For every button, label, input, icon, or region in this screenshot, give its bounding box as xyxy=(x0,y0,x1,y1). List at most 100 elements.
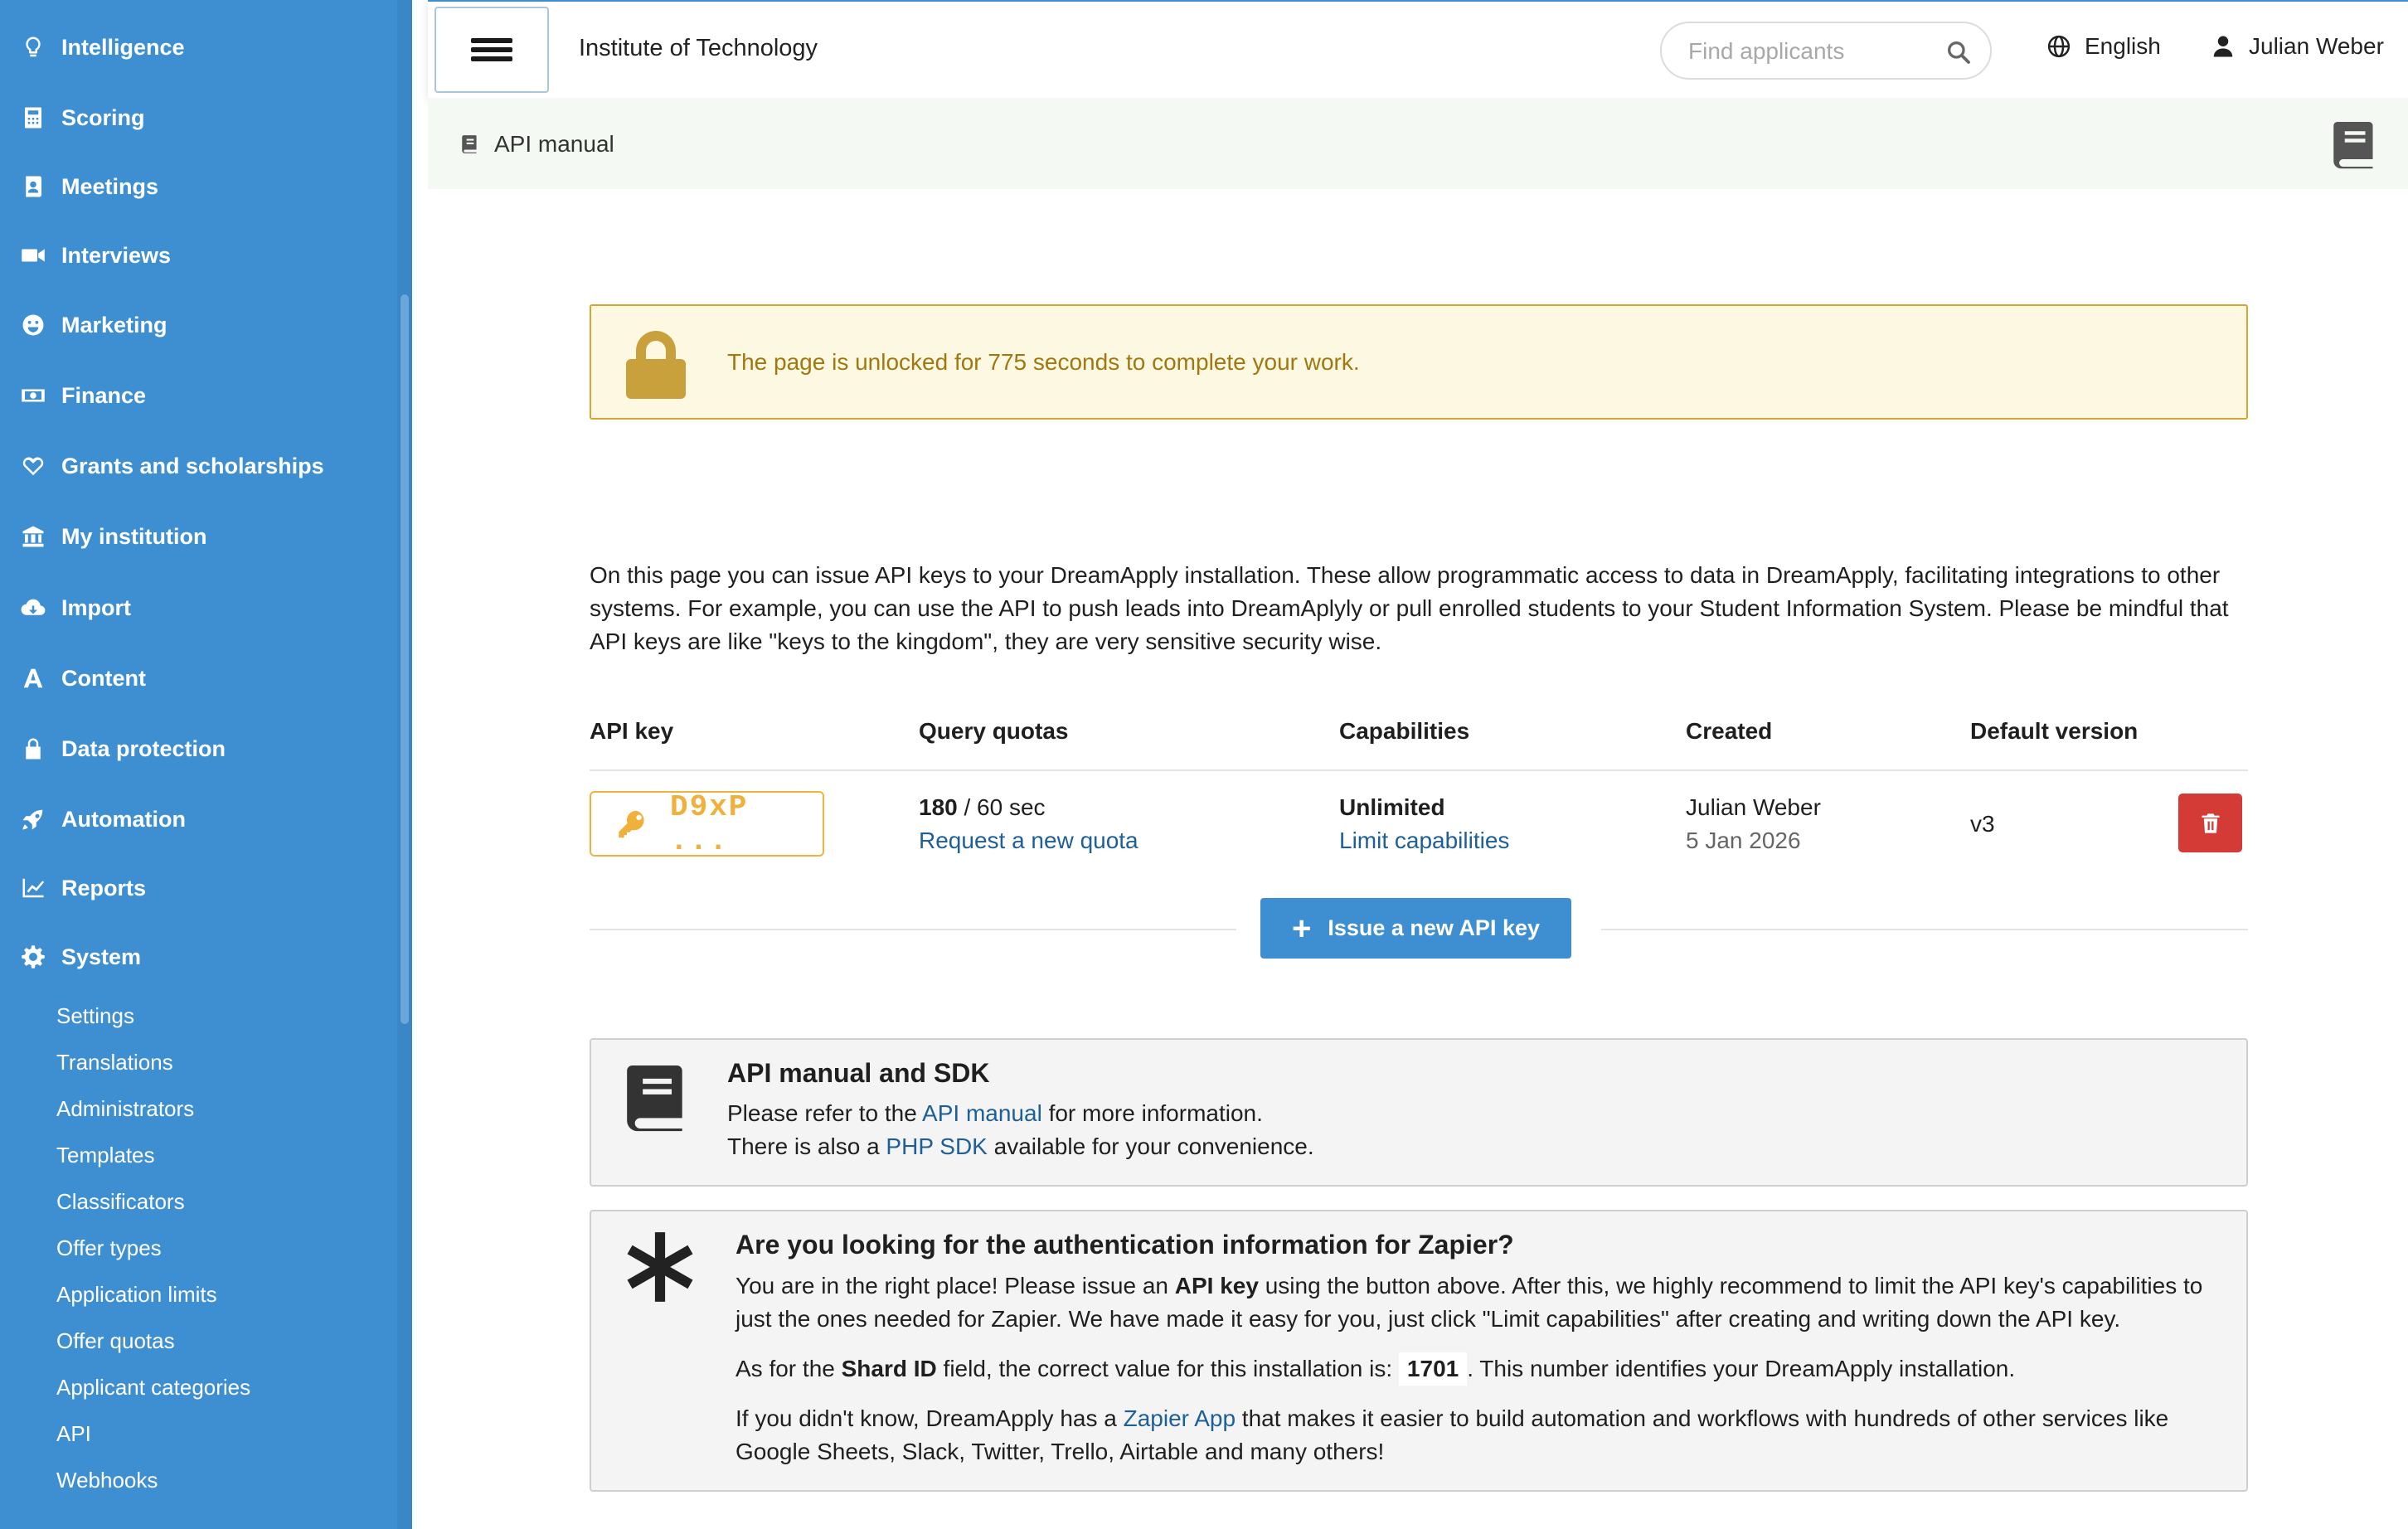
sidebar-item-label: Marketing xyxy=(61,312,167,337)
search-input[interactable] xyxy=(1687,35,1935,68)
top-bar: Institute of Technology English Julian W… xyxy=(428,0,2408,98)
text: If you didn't know, DreamApply has a xyxy=(736,1405,1124,1431)
sidebar-item-label: My institution xyxy=(61,523,207,549)
sidebar-item-my-institution[interactable]: My institution xyxy=(20,516,206,557)
text: Please refer to the xyxy=(727,1100,923,1126)
video-camera-icon xyxy=(20,242,46,269)
issue-api-key-label: Issue a new API key xyxy=(1328,915,1540,940)
sidebar-item-content[interactable]: Content xyxy=(20,658,146,699)
sidebar-sub-api[interactable]: API xyxy=(56,1415,91,1452)
sidebar-sub-administrators[interactable]: Administrators xyxy=(56,1090,194,1127)
hamburger-icon xyxy=(471,34,512,66)
sdk-panel-line2: There is also a PHP SDK available for yo… xyxy=(727,1130,1314,1163)
breadcrumb-label[interactable]: API manual xyxy=(494,131,614,158)
manual-book-icon[interactable] xyxy=(2332,119,2376,169)
sidebar-item-label: Automation xyxy=(61,806,186,832)
sidebar-item-data-protection[interactable]: Data protection xyxy=(20,728,226,769)
user-name: Julian Weber xyxy=(2249,33,2384,59)
capabilities-value: Unlimited xyxy=(1339,794,1445,820)
text: field, the correct value for this instal… xyxy=(936,1356,1399,1381)
contact-book-icon xyxy=(20,173,46,200)
menu-toggle-button[interactable] xyxy=(435,7,549,93)
sidebar-item-label: Intelligence xyxy=(61,34,185,60)
col-header-default-version: Default version xyxy=(1970,718,2139,744)
user-menu[interactable]: Julian Weber xyxy=(2211,33,2384,60)
issue-api-key-button[interactable]: + Issue a new API key xyxy=(1260,898,1571,959)
sidebar-scrollbar-thumb[interactable] xyxy=(401,294,409,1024)
search-icon[interactable] xyxy=(1945,39,1972,66)
gear-icon xyxy=(20,944,46,970)
sidebar-item-label: Reports xyxy=(61,875,147,900)
col-header-api-key: API key xyxy=(590,718,674,744)
col-header-created: Created xyxy=(1686,718,1773,744)
text: There is also a xyxy=(727,1133,886,1159)
search-box xyxy=(1660,22,1992,80)
php-sdk-link[interactable]: PHP SDK xyxy=(886,1133,987,1159)
shard-id-value: 1701 xyxy=(1398,1352,1468,1386)
sidebar-item-grants[interactable]: Grants and scholarships xyxy=(20,445,324,487)
zapier-panel: Are you looking for the authentication i… xyxy=(590,1210,2248,1492)
col-header-capabilities: Capabilities xyxy=(1339,718,1470,744)
line-chart-icon xyxy=(20,875,46,901)
bank-building-icon xyxy=(20,523,46,550)
letter-a-icon xyxy=(20,665,46,692)
lock-icon xyxy=(20,735,46,762)
sidebar-item-label: Data protection xyxy=(61,735,226,761)
smiley-icon xyxy=(20,312,46,338)
sidebar-sub-offer-types[interactable]: Offer types xyxy=(56,1230,162,1266)
sidebar-scrollbar[interactable] xyxy=(397,0,412,1529)
intro-paragraph: On this page you can issue API keys to y… xyxy=(590,562,2229,654)
sidebar-item-automation[interactable]: Automation xyxy=(20,798,186,840)
sidebar-sub-templates[interactable]: Templates xyxy=(56,1137,155,1173)
text: for more information. xyxy=(1041,1100,1263,1126)
book-icon xyxy=(462,135,477,153)
sidebar-item-system[interactable]: System xyxy=(20,936,141,978)
user-icon xyxy=(2213,36,2233,57)
sidebar-sub-application-limits[interactable]: Application limits xyxy=(56,1276,217,1313)
zapier-paragraph-1: You are in the right place! Please issue… xyxy=(736,1269,2228,1336)
sidebar-item-import[interactable]: Import xyxy=(20,587,131,629)
sidebar-item-reports[interactable]: Reports xyxy=(20,867,146,909)
sidebar-item-interviews[interactable]: Interviews xyxy=(20,235,171,276)
sidebar-sub-webhooks[interactable]: Webhooks xyxy=(56,1462,158,1498)
sidebar-sub-translations[interactable]: Translations xyxy=(56,1044,173,1080)
sidebar-sub-classificators[interactable]: Classificators xyxy=(56,1183,185,1220)
separator-left xyxy=(590,929,1236,930)
separator-right xyxy=(1601,929,2248,930)
sidebar-item-label: System xyxy=(61,944,142,969)
language-selector[interactable]: English xyxy=(2046,33,2161,60)
delete-key-button[interactable] xyxy=(2178,794,2242,852)
text: As for the xyxy=(736,1356,842,1381)
default-version-value: v3 xyxy=(1970,811,1995,837)
request-quota-link[interactable]: Request a new quota xyxy=(919,828,1138,854)
api-key-chip[interactable]: D9xP ... xyxy=(590,790,824,858)
sidebar-sub-settings[interactable]: Settings xyxy=(56,997,134,1034)
sidebar-item-scoring[interactable]: Scoring xyxy=(20,97,145,138)
sidebar-sub-offer-quotas[interactable]: Offer quotas xyxy=(56,1323,175,1359)
zapier-paragraph-2: As for the Shard ID field, the correct v… xyxy=(736,1352,2228,1386)
padlock-icon xyxy=(626,331,686,399)
sidebar-sub-applicant-categories[interactable]: Applicant categories xyxy=(56,1369,250,1405)
sidebar-item-label: Import xyxy=(61,595,131,620)
sidebar-item-meetings[interactable]: Meetings xyxy=(20,166,158,207)
sidebar-item-label: Finance xyxy=(61,382,147,408)
text: available for your convenience. xyxy=(987,1133,1314,1159)
asterisk-icon xyxy=(627,1232,693,1302)
sidebar-item-intelligence[interactable]: Intelligence xyxy=(20,27,185,68)
sidebar-item-marketing[interactable]: Marketing xyxy=(20,304,167,346)
sidebar-item-finance[interactable]: Finance xyxy=(20,375,146,416)
sidebar: Intelligence Scoring Meetings Interviews… xyxy=(0,0,412,1529)
breadcrumb-bar: API manual xyxy=(428,98,2408,189)
sidebar-item-label: Meetings xyxy=(61,173,159,199)
trash-icon xyxy=(2202,813,2219,833)
cloud-download-icon xyxy=(20,595,46,621)
text-bold: Shard ID xyxy=(841,1356,937,1381)
zapier-app-link[interactable]: Zapier App xyxy=(1124,1405,1236,1431)
sdk-panel-line1: Please refer to the API manual for more … xyxy=(727,1097,1263,1130)
breadcrumb: API manual xyxy=(459,131,614,158)
quota-period: / 60 sec xyxy=(957,794,1046,820)
api-manual-link[interactable]: API manual xyxy=(922,1100,1042,1126)
limit-capabilities-link[interactable]: Limit capabilities xyxy=(1339,828,1509,854)
language-label: English xyxy=(2085,33,2161,59)
text: You are in the right place! Please issue… xyxy=(736,1273,1175,1298)
